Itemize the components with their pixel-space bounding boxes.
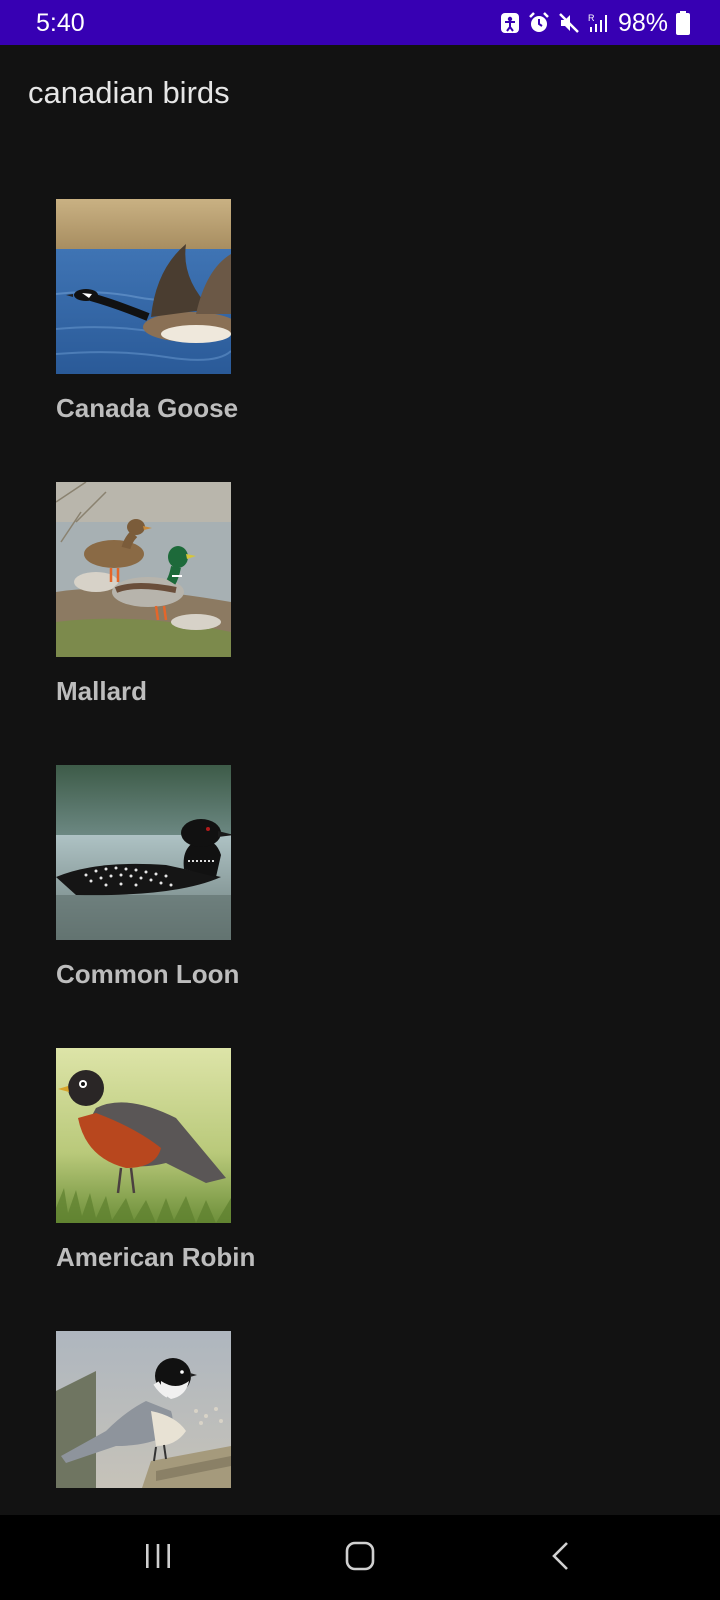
chickadee-photo — [56, 1331, 231, 1488]
american-robin-photo — [56, 1048, 231, 1223]
back-button[interactable] — [530, 1533, 590, 1583]
mallard-photo — [56, 482, 231, 657]
app-bar: canadian birds — [0, 45, 720, 145]
accessibility-icon — [500, 12, 520, 34]
mute-icon — [558, 12, 580, 34]
battery-percentage: 98% — [617, 9, 668, 37]
home-button[interactable] — [330, 1533, 390, 1583]
status-icons: R 98% — [500, 7, 690, 39]
recents-icon — [143, 1542, 173, 1575]
common-loon-photo — [56, 765, 231, 940]
svg-text:R: R — [588, 13, 595, 23]
bird-name: Canada Goose — [56, 393, 239, 423]
app-title: canadian birds — [28, 75, 230, 110]
list-item-canada-goose[interactable]: Canada Goose — [56, 199, 356, 469]
bird-name: American Robin — [56, 1242, 256, 1272]
home-icon — [345, 1541, 375, 1576]
signal-icon: R — [588, 12, 610, 34]
list-item-chickadee[interactable] — [56, 1331, 356, 1515]
bird-name: Common Loon — [56, 959, 240, 989]
status-bar: 5:40 R 98% — [0, 0, 720, 45]
alarm-icon — [528, 12, 550, 34]
list-item-mallard[interactable]: Mallard — [56, 482, 356, 752]
screen: 5:40 R 98% canadian birds Canada Goose M… — [0, 0, 720, 1600]
battery-icon — [676, 11, 690, 35]
navigation-bar — [0, 1515, 720, 1600]
bird-name: Mallard — [56, 676, 148, 706]
canada-goose-photo — [56, 199, 231, 374]
list-item-american-robin[interactable]: American Robin — [56, 1048, 356, 1318]
list-item-common-loon[interactable]: Common Loon — [56, 765, 356, 1035]
bird-list[interactable]: Canada Goose Mallard Common Loon America… — [0, 145, 720, 1515]
back-icon — [549, 1541, 571, 1576]
status-time: 5:40 — [36, 9, 85, 37]
recents-button[interactable] — [128, 1533, 188, 1583]
